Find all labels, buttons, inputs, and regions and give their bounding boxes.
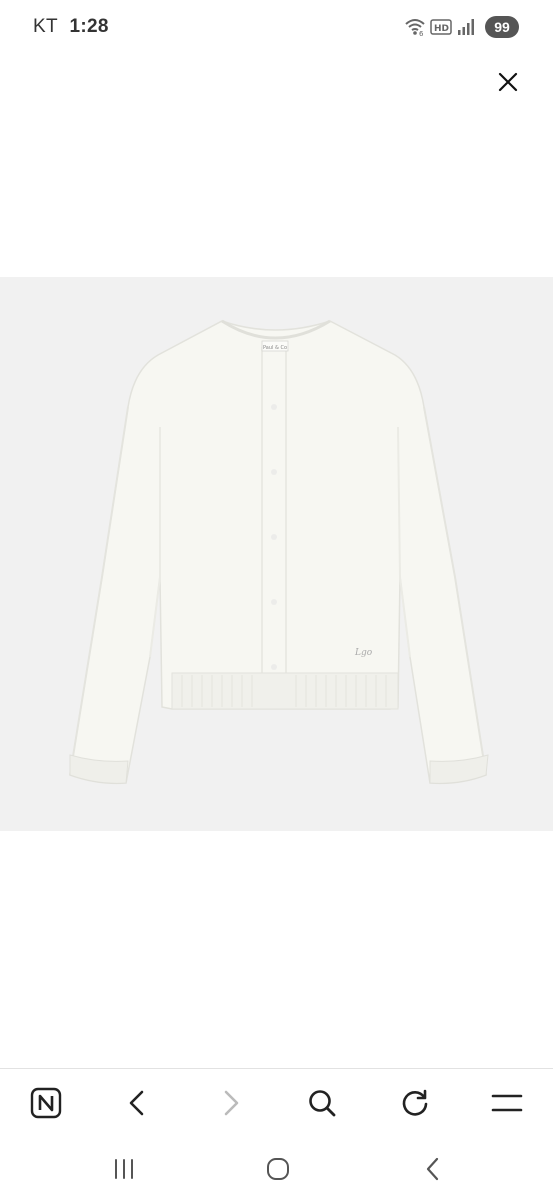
menu-button[interactable] [485, 1081, 529, 1125]
battery-badge: 99 [485, 16, 519, 38]
refresh-button[interactable] [393, 1081, 437, 1125]
status-right: 6 HD 99 [404, 15, 519, 39]
search-button[interactable] [300, 1081, 344, 1125]
home-button[interactable] [256, 1152, 300, 1186]
back-icon [426, 1157, 439, 1181]
menu-icon [491, 1094, 523, 1112]
system-back-button[interactable] [411, 1152, 455, 1186]
status-bar: KT 1:28 6 HD 99 [0, 0, 553, 56]
wifi-icon: 6 [404, 17, 426, 38]
hd-icon: HD [430, 17, 452, 37]
refresh-icon [402, 1089, 428, 1116]
chest-logo-text: Lgo [354, 648, 373, 658]
close-icon [498, 72, 518, 92]
back-icon [129, 1090, 144, 1116]
recent-apps-icon [115, 1159, 133, 1179]
system-nav-bar [0, 1138, 553, 1200]
signal-icon [456, 17, 478, 37]
status-left: KT 1:28 [33, 16, 109, 38]
carrier-label: KT [33, 16, 58, 37]
recent-apps-button[interactable] [102, 1152, 146, 1186]
product-image: Paul & Co Lgo [0, 277, 553, 831]
home-icon [267, 1158, 289, 1180]
forward-icon [224, 1090, 239, 1116]
naver-home-button[interactable] [24, 1081, 68, 1125]
svg-text:HD: HD [434, 24, 449, 34]
browser-toolbar [0, 1068, 553, 1138]
cardigan-illustration: Paul & Co Lgo [69, 319, 489, 785]
naver-home-icon [30, 1087, 62, 1119]
back-button[interactable] [116, 1081, 160, 1125]
clock: 1:28 [69, 16, 109, 37]
search-icon [309, 1090, 336, 1117]
neck-label-text: Paul & Co [263, 345, 287, 351]
forward-button[interactable] [208, 1081, 252, 1125]
close-button[interactable] [492, 66, 524, 98]
svg-text:6: 6 [419, 30, 424, 37]
